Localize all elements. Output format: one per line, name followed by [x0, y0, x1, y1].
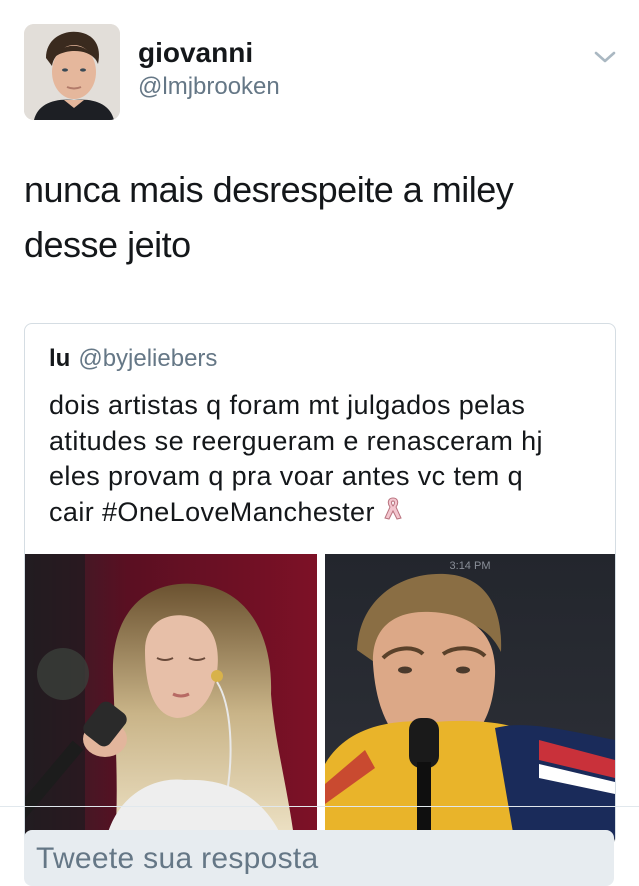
quoted-tweet-header: lu @byjeliebers	[49, 344, 217, 374]
quoted-text-line: eles provam q pra voar antes vc tem q	[49, 461, 524, 491]
reply-input[interactable]: Tweete sua resposta	[24, 830, 614, 886]
tweet-text-line: desse jeito	[24, 224, 191, 265]
avatar-portrait	[24, 24, 120, 120]
author-handle[interactable]: @lmjbrooken	[138, 72, 280, 102]
quoted-tweet-text: dois artistas q foram mt julgados pelas …	[49, 388, 599, 531]
quoted-text-line: dois artistas q foram mt julgados pelas	[49, 390, 526, 420]
chevron-down-icon[interactable]	[593, 48, 617, 66]
author-display-name[interactable]: giovanni	[138, 36, 280, 70]
quoted-author-handle: @byjeliebers	[78, 345, 218, 372]
quoted-text-line-last: cair #OneLoveManchester	[49, 495, 599, 532]
tweet-header: giovanni @lmjbrooken	[24, 24, 623, 120]
miley-performing-photo[interactable]	[25, 554, 317, 844]
justin-performing-photo[interactable]: 3:14 PM	[325, 554, 615, 844]
tweet-text-line: nunca mais desrespeite a miley	[24, 169, 514, 210]
divider	[0, 806, 639, 807]
quoted-tweet-card[interactable]: lu @byjeliebers dois artistas q foram mt …	[24, 323, 616, 845]
photo-timestamp: 3:14 PM	[449, 560, 491, 572]
tweet-text: nunca mais desrespeite a miley desse jei…	[24, 162, 614, 272]
reply-placeholder: Tweete sua resposta	[36, 842, 319, 875]
author-names: giovanni @lmjbrooken	[138, 36, 280, 102]
quoted-text-line: atitudes se reergueram e renasceram hj	[49, 425, 543, 456]
avatar[interactable]	[24, 24, 120, 120]
quoted-text-line: cair #OneLoveManchester	[49, 496, 375, 527]
quoted-tweet-photos: 3:14 PM	[25, 554, 615, 844]
ribbon-icon	[381, 496, 405, 532]
quoted-author-name: lu	[49, 345, 71, 372]
